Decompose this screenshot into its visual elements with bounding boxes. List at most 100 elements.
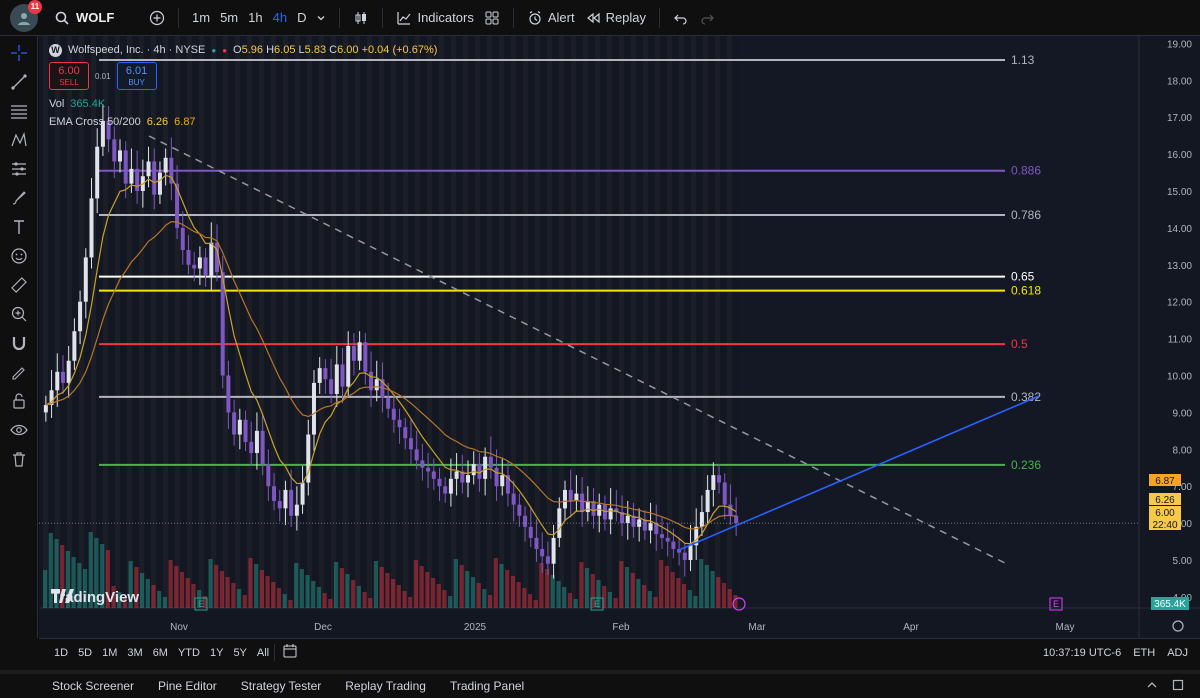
clock-time[interactable]: 10:37:19 UTC-6 <box>1043 647 1121 659</box>
forecasting-tool[interactable] <box>8 158 30 180</box>
candle-body <box>397 419 402 428</box>
lock-drawing-tool[interactable] <box>8 361 30 383</box>
candle-body <box>722 482 727 505</box>
background-stripe <box>667 36 672 608</box>
brush-tool[interactable] <box>8 187 30 209</box>
text-tool[interactable] <box>8 216 30 238</box>
interval-d[interactable]: D <box>292 6 311 29</box>
range-5d[interactable]: 5D <box>73 647 97 659</box>
volume-bar <box>311 581 316 608</box>
candle-body <box>523 515 528 527</box>
indicators-button[interactable]: Indicators <box>391 6 478 30</box>
compare-symbol-button[interactable] <box>144 6 170 30</box>
candle-body <box>671 541 676 549</box>
undo-button[interactable] <box>668 6 694 30</box>
tab-pine-editor[interactable]: Pine Editor <box>146 679 229 693</box>
candle-body <box>243 419 248 442</box>
emoji-tool[interactable] <box>8 245 30 267</box>
hide-drawings-tool[interactable] <box>8 419 30 441</box>
interval-4h[interactable]: 4h <box>268 6 292 29</box>
panel-controls <box>1146 679 1200 694</box>
volume-bar <box>345 574 350 608</box>
volume-bar <box>642 585 647 608</box>
volume-bar <box>231 583 236 608</box>
ruler-tool[interactable] <box>8 274 30 296</box>
tab-trading-panel[interactable]: Trading Panel <box>438 679 536 693</box>
range-ytd[interactable]: YTD <box>173 647 205 659</box>
chart-pane[interactable]: 19.00 18.00 17.00 16.00 15.00 14.00 13.00 12.00… <box>39 36 1200 638</box>
ema-slow-value: 6.87 <box>174 116 196 128</box>
collapse-panel-button[interactable] <box>1146 679 1158 694</box>
range-5y[interactable]: 5Y <box>228 647 251 659</box>
background-stripe <box>607 36 612 608</box>
buy-button[interactable]: 6.01 BUY <box>116 62 157 90</box>
adjust-toggle[interactable]: ADJ <box>1167 647 1188 659</box>
volume-bar <box>299 569 304 608</box>
candle-body <box>157 172 162 195</box>
range-all[interactable]: All <box>252 647 274 659</box>
candle-body <box>289 489 294 516</box>
volume-bar <box>539 563 544 608</box>
candle-body <box>260 430 265 465</box>
candle-body <box>55 371 60 391</box>
candle-body <box>249 441 254 454</box>
interval-dropdown[interactable] <box>311 9 331 27</box>
lock-all-tool[interactable] <box>8 390 30 412</box>
plus-circle-icon <box>149 10 165 25</box>
redo-button[interactable] <box>694 6 720 30</box>
ema-legend[interactable]: EMA Cross 50/200 6.26 6.87 <box>49 114 437 130</box>
background-stripe <box>475 36 480 608</box>
zoom-tool[interactable] <box>8 303 30 325</box>
user-avatar[interactable]: 11 <box>10 0 42 32</box>
candle-body <box>528 526 533 538</box>
delete-tool[interactable] <box>8 448 30 470</box>
symbol-search[interactable]: WOLF <box>54 10 144 26</box>
candle-body <box>699 512 704 527</box>
date-range-button[interactable] <box>274 644 304 661</box>
maximize-panel-button[interactable] <box>1172 679 1184 694</box>
patterns-tool[interactable] <box>8 129 30 151</box>
trend-line-tool[interactable] <box>8 71 30 93</box>
tab-strategy-tester[interactable]: Strategy Tester <box>229 679 333 693</box>
volume-bar <box>556 581 561 608</box>
tab-stock-screener[interactable]: Stock Screener <box>40 679 146 693</box>
eye-icon <box>9 424 28 436</box>
timeframe-bar: 1D 5D 1M 3M 6M YTD 1Y 5Y All 10:37:19 UT… <box>39 638 1200 666</box>
sell-button[interactable]: 6.00 SELL <box>49 62 89 90</box>
interval-1h[interactable]: 1h <box>243 6 267 29</box>
volume-bar <box>402 591 407 608</box>
divider <box>382 7 384 28</box>
alert-button[interactable]: Alert <box>522 6 580 30</box>
volume-legend[interactable]: Vol 365.4K <box>49 96 437 112</box>
range-3m[interactable]: 3M <box>122 647 147 659</box>
candle-body <box>648 523 653 531</box>
notification-badge: 11 <box>28 0 42 14</box>
background-stripe <box>679 36 684 608</box>
crosshair-tool[interactable] <box>8 42 30 64</box>
candle-body <box>625 515 630 524</box>
candle-body <box>608 508 613 520</box>
interval-1m[interactable]: 1m <box>187 6 215 29</box>
interval-5m[interactable]: 5m <box>215 6 243 29</box>
spread-value: 0.01 <box>95 71 111 81</box>
range-1d[interactable]: 1D <box>49 647 73 659</box>
tab-replay-trading[interactable]: Replay Trading <box>333 679 438 693</box>
horizontal-lines-tool[interactable] <box>8 100 30 122</box>
replay-button[interactable]: Replay <box>580 6 651 30</box>
range-1m[interactable]: 1M <box>97 647 122 659</box>
symbol-title[interactable]: Wolfspeed, Inc. · 4h · NYSE <box>68 44 205 56</box>
earnings-marker-label: E <box>198 599 204 609</box>
session-toggle[interactable]: ETH <box>1133 647 1155 659</box>
trend-line-icon <box>10 74 27 90</box>
range-6m[interactable]: 6M <box>148 647 173 659</box>
background-stripe <box>535 36 540 608</box>
magnet-tool[interactable] <box>8 332 30 354</box>
volume-bar <box>151 585 156 608</box>
volume-bar <box>271 582 276 608</box>
layouts-button[interactable] <box>479 6 505 30</box>
grid-icon <box>485 11 499 24</box>
volume-bar <box>499 564 504 608</box>
chart-type-button[interactable] <box>348 6 374 30</box>
rewind-icon <box>586 12 600 23</box>
range-1y[interactable]: 1Y <box>205 647 228 659</box>
